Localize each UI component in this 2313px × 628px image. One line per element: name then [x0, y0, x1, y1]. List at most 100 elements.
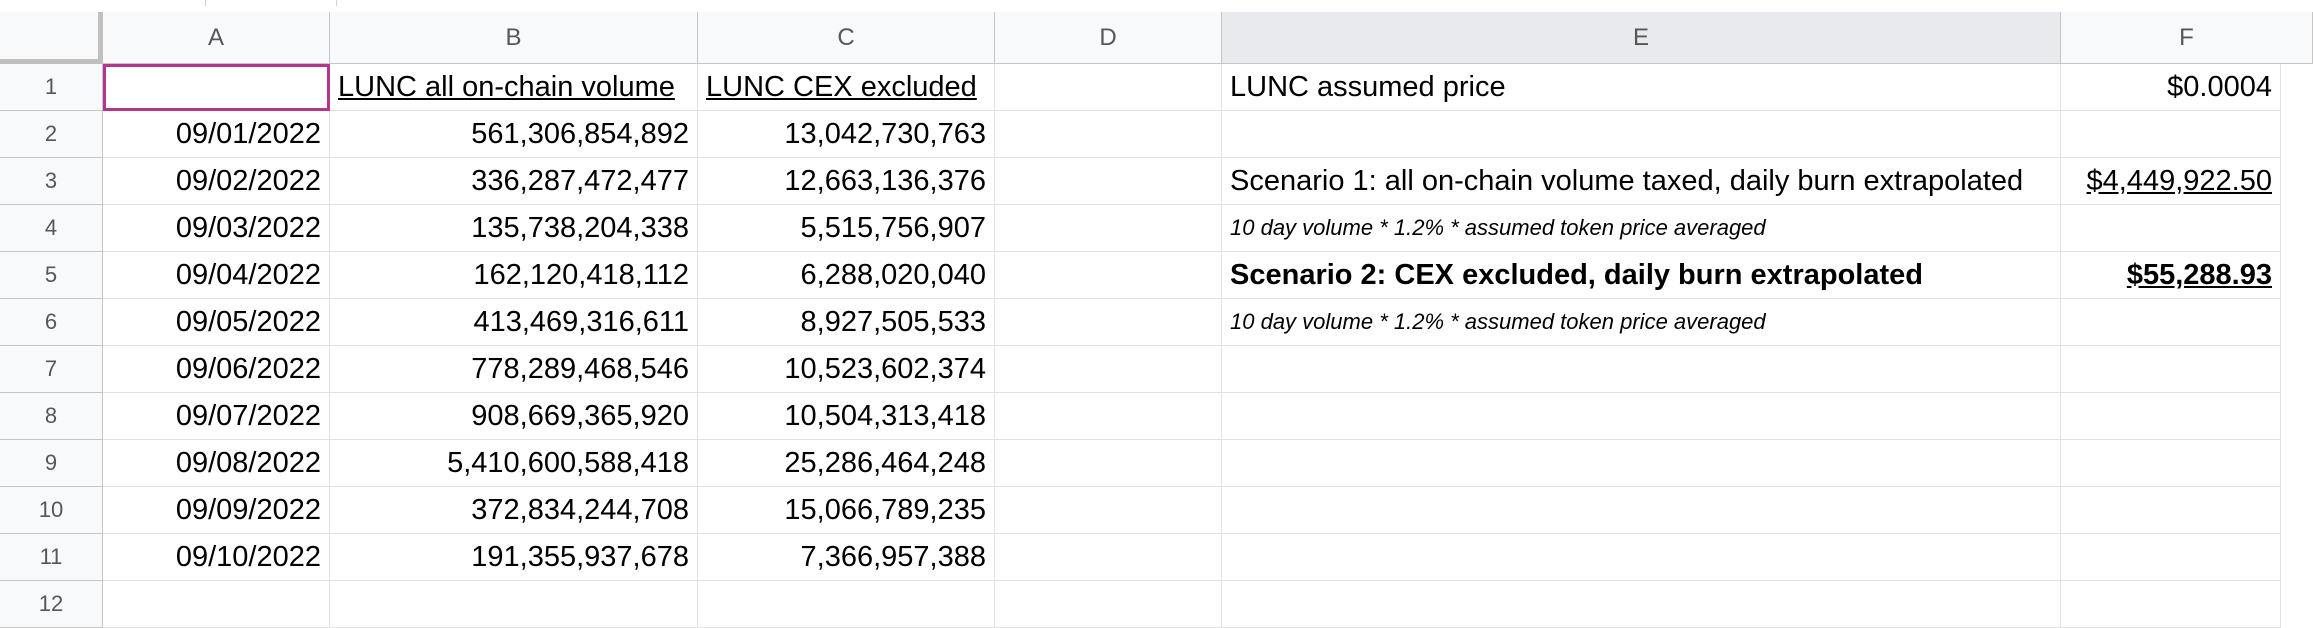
cell-e10[interactable]	[1222, 487, 2061, 534]
cell-b11[interactable]: 191,355,937,678	[330, 534, 698, 581]
cell-c9[interactable]: 25,286,464,248	[698, 440, 995, 487]
cell-f6[interactable]	[2061, 299, 2281, 346]
cell-c4[interactable]: 5,515,756,907	[698, 205, 995, 252]
select-all-corner[interactable]	[0, 12, 103, 64]
cell-a2[interactable]: 09/01/2022	[103, 111, 330, 158]
cell-f1[interactable]: $0.0004	[2061, 64, 2281, 111]
cell-d12[interactable]	[995, 581, 1222, 628]
cell-a7[interactable]: 09/06/2022	[103, 346, 330, 393]
cell-b10-text: 372,834,244,708	[471, 493, 689, 526]
cell-e12[interactable]	[1222, 581, 2061, 628]
cell-a6[interactable]: 09/05/2022	[103, 299, 330, 346]
cell-f3[interactable]: $4,449,922.50	[2061, 158, 2281, 205]
row-header-3[interactable]: 3	[0, 158, 103, 205]
cell-a4[interactable]: 09/03/2022	[103, 205, 330, 252]
cell-b8[interactable]: 908,669,365,920	[330, 393, 698, 440]
cell-b10[interactable]: 372,834,244,708	[330, 487, 698, 534]
cell-d3[interactable]	[995, 158, 1222, 205]
row-header-5[interactable]: 5	[0, 252, 103, 299]
cell-b9[interactable]: 5,410,600,588,418	[330, 440, 698, 487]
column-header-b[interactable]: B	[330, 12, 698, 64]
cell-c3[interactable]: 12,663,136,376	[698, 158, 995, 205]
cell-d4[interactable]	[995, 205, 1222, 252]
cell-f7[interactable]	[2061, 346, 2281, 393]
row-header-6[interactable]: 6	[0, 299, 103, 346]
cell-c12[interactable]	[698, 581, 995, 628]
cell-c11[interactable]: 7,366,957,388	[698, 534, 995, 581]
row-header-8[interactable]: 8	[0, 393, 103, 440]
column-header-a[interactable]: A	[103, 12, 330, 64]
cell-a1[interactable]	[103, 64, 330, 111]
cell-e4[interactable]: 10 day volume * 1.2% * assumed token pri…	[1222, 205, 2061, 252]
cell-f9[interactable]	[2061, 440, 2281, 487]
cell-c10[interactable]: 15,066,789,235	[698, 487, 995, 534]
column-header-d[interactable]: D	[995, 12, 1222, 64]
cell-c5[interactable]: 6,288,020,040	[698, 252, 995, 299]
cell-f4[interactable]	[2061, 205, 2281, 252]
cell-d11[interactable]	[995, 534, 1222, 581]
cell-b12[interactable]	[330, 581, 698, 628]
row-header-9[interactable]: 9	[0, 440, 103, 487]
cell-c2[interactable]: 13,042,730,763	[698, 111, 995, 158]
cell-a8[interactable]: 09/07/2022	[103, 393, 330, 440]
cell-d1[interactable]	[995, 64, 1222, 111]
cell-b1[interactable]: LUNC all on-chain volume	[330, 64, 698, 111]
cell-b6-text: 413,469,316,611	[473, 305, 689, 338]
column-header-e[interactable]: E	[1222, 12, 2061, 64]
cell-e1[interactable]: LUNC assumed price	[1222, 64, 2061, 111]
cell-c1[interactable]: LUNC CEX excluded	[698, 64, 995, 111]
cell-a5[interactable]: 09/04/2022	[103, 252, 330, 299]
cell-f11[interactable]	[2061, 534, 2281, 581]
cell-b5[interactable]: 162,120,418,112	[330, 252, 698, 299]
column-header-c[interactable]: C	[698, 12, 995, 64]
cell-a11[interactable]: 09/10/2022	[103, 534, 330, 581]
cell-b3[interactable]: 336,287,472,477	[330, 158, 698, 205]
cell-e7[interactable]	[1222, 346, 2061, 393]
row-header-7[interactable]: 7	[0, 346, 103, 393]
cell-e5-text: Scenario 2: CEX excluded, daily burn ext…	[1230, 258, 1923, 291]
cell-a9[interactable]: 09/08/2022	[103, 440, 330, 487]
row-header-12[interactable]: 12	[0, 581, 103, 628]
cell-f2[interactable]	[2061, 111, 2281, 158]
cell-c5-text: 6,288,020,040	[800, 258, 986, 291]
cell-e3[interactable]: Scenario 1: all on-chain volume taxed, d…	[1222, 158, 2061, 205]
cell-d8[interactable]	[995, 393, 1222, 440]
cell-f5[interactable]: $55,288.93	[2061, 252, 2281, 299]
row-header-10[interactable]: 10	[0, 487, 103, 534]
row-header-4[interactable]: 4	[0, 205, 103, 252]
cell-b2[interactable]: 561,306,854,892	[330, 111, 698, 158]
cell-e11[interactable]	[1222, 534, 2061, 581]
cell-d7[interactable]	[995, 346, 1222, 393]
cell-e8[interactable]	[1222, 393, 2061, 440]
cell-f12[interactable]	[2061, 581, 2281, 628]
cell-c6[interactable]: 8,927,505,533	[698, 299, 995, 346]
cell-d6[interactable]	[995, 299, 1222, 346]
cell-a7-text: 09/06/2022	[175, 352, 321, 385]
column-header-f[interactable]: F	[2061, 12, 2313, 64]
cell-e9[interactable]	[1222, 440, 2061, 487]
cell-a3-text: 09/02/2022	[175, 164, 321, 197]
cell-d9[interactable]	[995, 440, 1222, 487]
cell-a10[interactable]: 09/09/2022	[103, 487, 330, 534]
cell-b6[interactable]: 413,469,316,611	[330, 299, 698, 346]
cell-c10-text: 15,066,789,235	[784, 493, 986, 526]
cell-d10[interactable]	[995, 487, 1222, 534]
cell-b4[interactable]: 135,738,204,338	[330, 205, 698, 252]
cell-d5[interactable]	[995, 252, 1222, 299]
cell-e6[interactable]: 10 day volume * 1.2% * assumed token pri…	[1222, 299, 2061, 346]
cell-a3[interactable]: 09/02/2022	[103, 158, 330, 205]
row-header-11[interactable]: 11	[0, 534, 103, 581]
row-header-2[interactable]: 2	[0, 111, 103, 158]
cell-b7[interactable]: 778,289,468,546	[330, 346, 698, 393]
cell-c8[interactable]: 10,504,313,418	[698, 393, 995, 440]
cell-f8[interactable]	[2061, 393, 2281, 440]
spreadsheet-grid[interactable]: A B C D E F 1 2 3 4 5 6 7 8 9 10 11 12 LUNC all on-chain v…	[0, 12, 2313, 628]
cell-e5[interactable]: Scenario 2: CEX excluded, daily burn ext…	[1222, 252, 2061, 299]
cell-f10[interactable]	[2061, 487, 2281, 534]
row-header-1[interactable]: 1	[0, 64, 103, 111]
cell-e2[interactable]	[1222, 111, 2061, 158]
cell-d2[interactable]	[995, 111, 1222, 158]
cell-c7[interactable]: 10,523,602,374	[698, 346, 995, 393]
cell-a12[interactable]	[103, 581, 330, 628]
cell-b9-text: 5,410,600,588,418	[447, 446, 689, 479]
